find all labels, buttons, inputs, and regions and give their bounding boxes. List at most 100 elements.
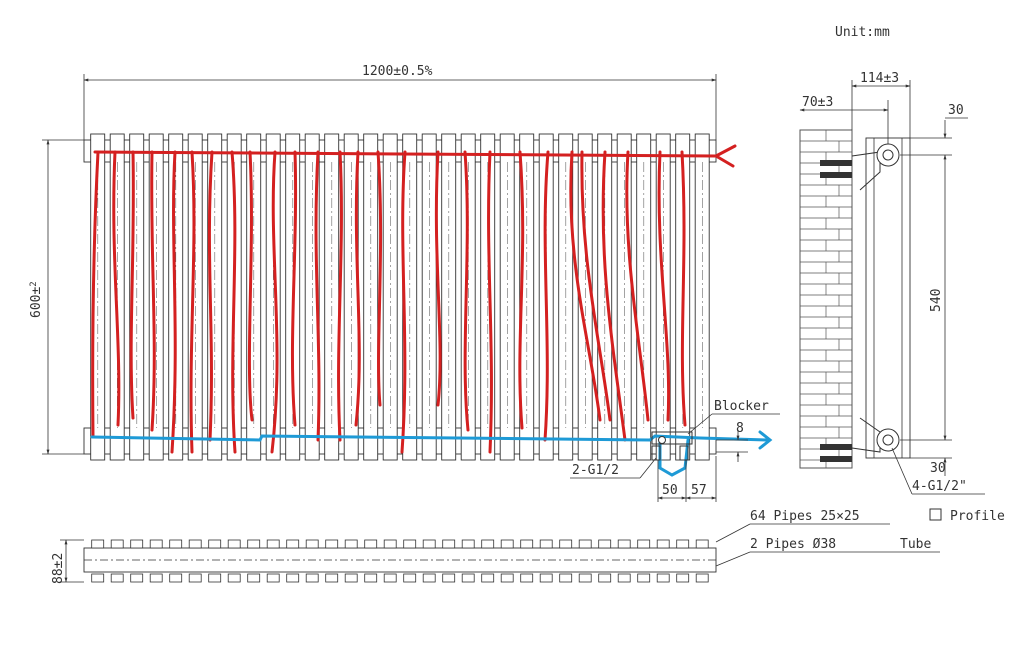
profile-cell: [617, 539, 631, 549]
center-dimension-label: 540: [929, 289, 944, 312]
profile-cell: [91, 573, 105, 583]
profile-cell: [403, 573, 417, 583]
dim-8-label: 8: [736, 421, 744, 436]
profile-cell: [208, 539, 222, 549]
profile-cell: [364, 573, 378, 583]
dim-57-label: 57: [691, 483, 707, 498]
profile-cell: [500, 539, 514, 549]
profile-cell: [617, 573, 631, 583]
top-depth-label: 88±2: [51, 553, 66, 584]
profile-cell: [149, 573, 163, 583]
front-view: 1200±0.5% 600±2 Blocker 2-G1/2 8 50 57: [29, 64, 780, 502]
profile-cell: [520, 573, 534, 583]
top-offset-label: 30: [948, 103, 964, 118]
profile-cell: [500, 573, 514, 583]
radiator-side-profile: [865, 137, 911, 459]
profile-cell: [266, 573, 280, 583]
profile-cell: [539, 539, 553, 549]
profile-cell: [286, 539, 300, 549]
profile-cell: [520, 539, 534, 549]
profile-cell: [656, 539, 670, 549]
pipes-leader: [715, 523, 751, 543]
profile-cell: [227, 539, 241, 549]
profile-cell: [383, 573, 397, 583]
profile-cell: [676, 539, 690, 549]
inlet-label: 2-G1/2: [572, 463, 619, 478]
profile-cell: [188, 539, 202, 549]
profile-cell: [266, 539, 280, 549]
profile-cell: [695, 539, 709, 549]
inlet-leader: [639, 457, 657, 479]
profile-cell: [442, 573, 456, 583]
profile-cell: [110, 573, 124, 583]
connection-label: 4-G1/2": [912, 479, 967, 494]
hot-flow-drop: [434, 150, 442, 407]
profile-cell: [422, 573, 436, 583]
hot-inlet-arrow: [714, 144, 737, 168]
profile-cell: [325, 539, 339, 549]
profile-cell: [481, 573, 495, 583]
profile-cell: [578, 573, 592, 583]
tubes-leader: [715, 551, 751, 567]
profile-cell: [149, 539, 163, 549]
profile-cell: [247, 539, 261, 549]
profile-cell: [344, 539, 358, 549]
dim-50-label: 50: [662, 483, 678, 498]
profile-cell: [130, 539, 144, 549]
radiator-technical-drawing: Unit:mm 1200±0.5% 600±2 Blocker 2-G1/2 8…: [29, 25, 1005, 584]
side-view: 114±3 70±3 30 540 30 4-G1/2": [799, 71, 985, 495]
profile-cell: [110, 539, 124, 549]
profile-cell: [598, 573, 612, 583]
profile-cell: [422, 539, 436, 549]
profile-cell: [305, 573, 319, 583]
unit-label: Unit:mm: [835, 25, 890, 40]
profile-cell: [637, 573, 651, 583]
wall-dimension-label: 70±3: [802, 95, 833, 110]
pipes-label: 64 Pipes 25×25: [750, 509, 860, 524]
top-bracket-bolt: [820, 160, 852, 166]
profile-cell: [325, 573, 339, 583]
profile-cell: [461, 539, 475, 549]
bottom-bracket-bolt: [820, 456, 852, 462]
profile-cell: [598, 539, 612, 549]
tube-label: Tube: [900, 537, 931, 552]
height-dimension-label: 600±2: [29, 281, 44, 318]
profile-cell: [247, 573, 261, 583]
width-dimension-label: 1200±0.5%: [362, 64, 433, 79]
profile-cell: [169, 539, 183, 549]
profile-cell: [559, 573, 573, 583]
profile-cell: [91, 539, 105, 549]
profile-cell: [656, 573, 670, 583]
profile-cell: [364, 539, 378, 549]
profile-cell: [637, 539, 651, 549]
blocker-label: Blocker: [714, 399, 769, 414]
bottom-bracket-bolt: [820, 444, 852, 450]
bottom-offset-label: 30: [930, 461, 946, 476]
blocker-screw: [658, 436, 666, 444]
profile-cell: [130, 573, 144, 583]
top-view: 88±2 64 Pipes 25×25 Profile 2 Pipes Ø38 …: [51, 508, 1005, 584]
profile-checkbox: [929, 508, 942, 521]
profile-cell: [383, 539, 397, 549]
profile-cell: [286, 573, 300, 583]
profile-cell: [539, 573, 553, 583]
top-connection-inner: [882, 149, 894, 161]
profile-cell: [481, 539, 495, 549]
profile-label: Profile: [950, 509, 1005, 524]
profile-cell: [403, 539, 417, 549]
profile-cell: [442, 539, 456, 549]
profile-cell: [169, 573, 183, 583]
profile-cell: [344, 573, 358, 583]
hot-flow-drop: [376, 150, 383, 407]
profile-cell: [305, 539, 319, 549]
profile-cell: [676, 573, 690, 583]
profile-cell: [208, 573, 222, 583]
vertical-pipes: [90, 133, 710, 461]
depth-dimension-label: 114±3: [860, 71, 899, 86]
profile-cell: [578, 539, 592, 549]
profile-cell: [461, 573, 475, 583]
top-bracket-bolt: [820, 172, 852, 178]
tubes-label: 2 Pipes Ø38: [750, 537, 836, 552]
profile-cell: [227, 573, 241, 583]
bottom-connection-inner: [882, 434, 894, 446]
